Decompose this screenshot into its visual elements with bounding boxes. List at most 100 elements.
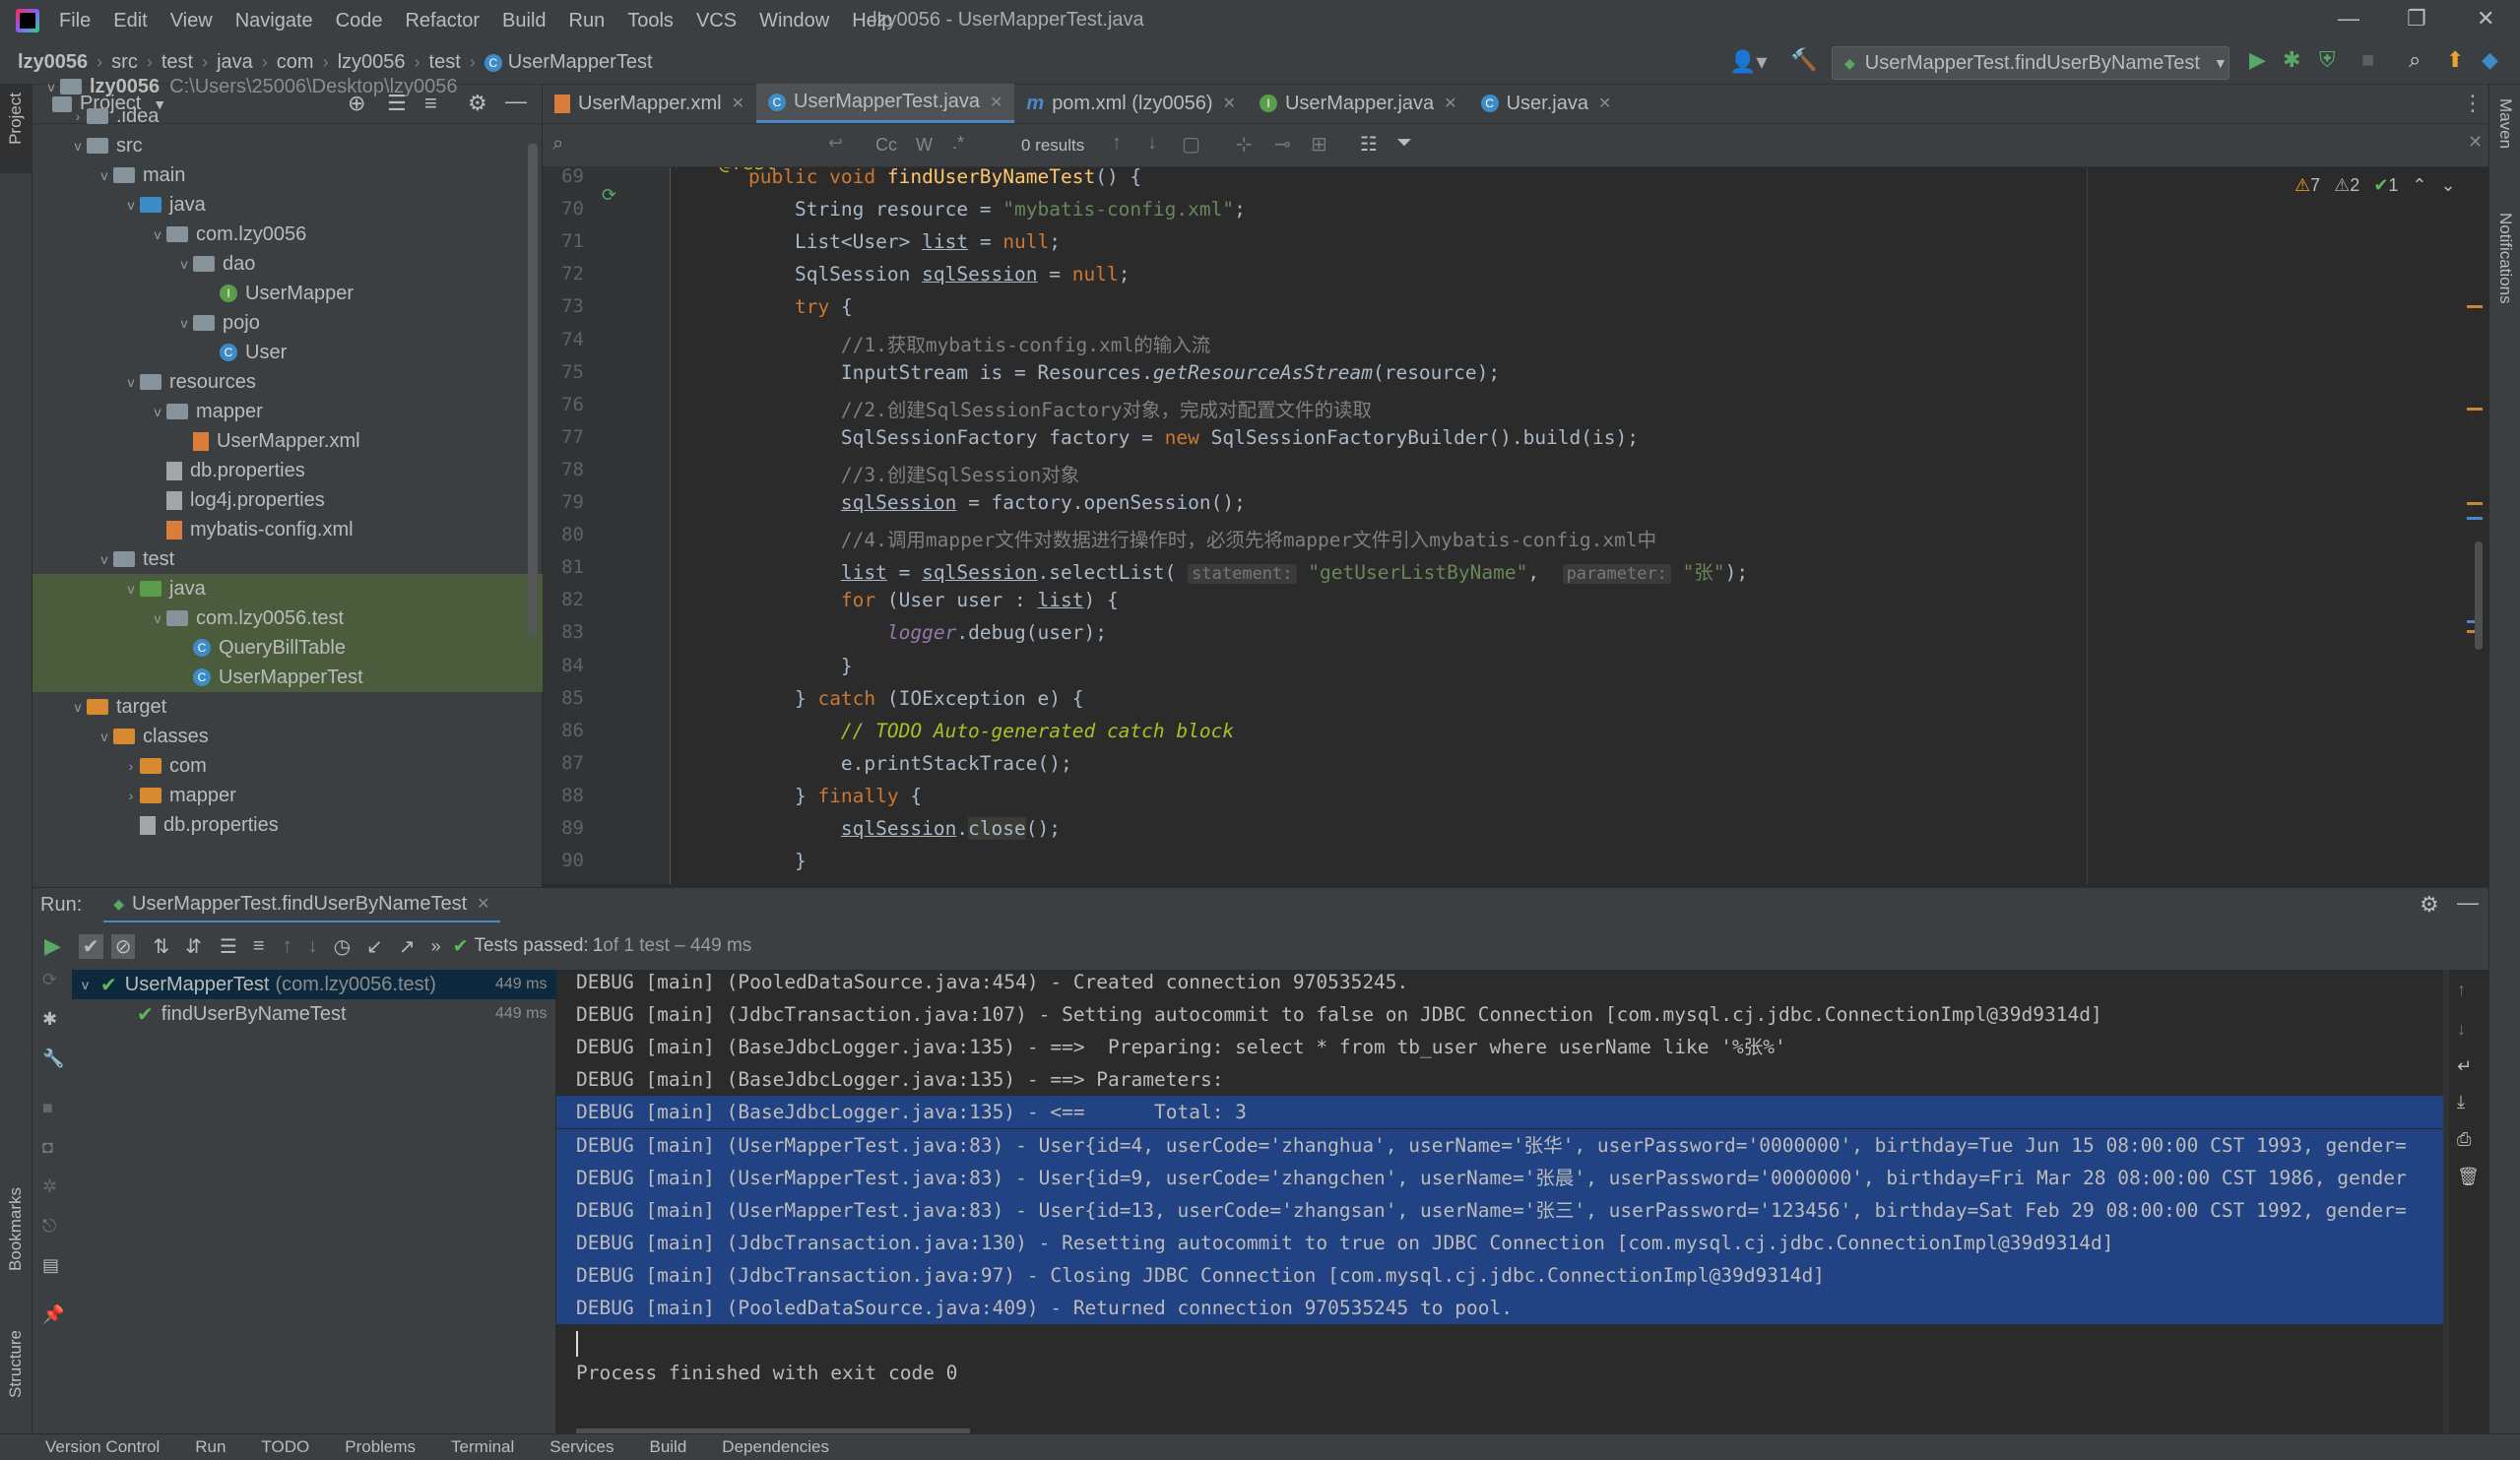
chevron-down-icon[interactable]: v bbox=[175, 315, 193, 331]
tool-window-services[interactable]: Services bbox=[549, 1437, 614, 1457]
previous-occurrence-icon[interactable]: ↑ bbox=[1112, 132, 1122, 155]
tree-node[interactable]: log4j.properties bbox=[32, 485, 543, 515]
menu-file[interactable]: File bbox=[59, 10, 91, 32]
breadcrumb-item[interactable]: src bbox=[111, 51, 138, 74]
breadcrumb-item[interactable]: lzy0056 bbox=[18, 51, 88, 74]
settings-dim-icon[interactable]: ✲ bbox=[42, 1176, 57, 1197]
tree-node[interactable]: v java bbox=[32, 190, 543, 220]
user-icon[interactable]: 👤▾ bbox=[1729, 49, 1767, 75]
update-icon[interactable]: ⬆ bbox=[2446, 47, 2464, 73]
chevron-down-icon[interactable]: v bbox=[122, 374, 140, 390]
tree-node[interactable]: v lzy0056 C:\Users\25006\Desktop\lzy0056 bbox=[32, 72, 543, 101]
exit-icon[interactable]: ⎋ bbox=[42, 1216, 56, 1237]
close-tab-icon[interactable]: ✕ bbox=[477, 894, 489, 914]
close-tab-icon[interactable]: ✕ bbox=[732, 94, 744, 113]
tree-node[interactable]: v test bbox=[32, 544, 543, 574]
error-stripe-marker[interactable] bbox=[2467, 502, 2483, 505]
close-tab-icon[interactable]: ✕ bbox=[1598, 94, 1611, 113]
select-all-matches-icon[interactable]: ⊞ bbox=[1311, 132, 1327, 157]
regex-history-icon[interactable]: ↩ bbox=[828, 133, 843, 154]
pin-icon[interactable]: 📌 bbox=[42, 1304, 64, 1325]
chevron-down-icon[interactable]: v bbox=[96, 167, 113, 183]
show-passed-toggle-icon[interactable]: ✔ bbox=[78, 933, 103, 959]
chevron-right-icon[interactable]: › bbox=[122, 758, 140, 774]
project-scrollbar[interactable] bbox=[528, 144, 538, 636]
editor-tab[interactable]: UserMapper.xml ✕ bbox=[543, 84, 756, 123]
expand-all-icon[interactable]: ☰ bbox=[220, 934, 237, 959]
chevron-down-icon[interactable]: v bbox=[149, 404, 166, 419]
filter-icon[interactable]: ⏷ bbox=[1396, 132, 1412, 155]
tree-node[interactable]: v src bbox=[32, 131, 543, 160]
next-occurrence-icon[interactable]: ↓ bbox=[1147, 132, 1157, 155]
wrench-icon[interactable]: 🔧 bbox=[42, 1048, 64, 1069]
menu-view[interactable]: View bbox=[170, 10, 213, 32]
print-icon[interactable]: ⎙ bbox=[2457, 1129, 2471, 1150]
inspection-widget[interactable]: ⚠7 ⚠2 ✔1 ⌃ ⌄ bbox=[2294, 175, 2456, 196]
test-case-row[interactable]: ✔ findUserByNameTest 449 ms bbox=[72, 999, 556, 1029]
chevron-down-icon[interactable]: v bbox=[149, 610, 166, 626]
close-tab-icon[interactable]: ✕ bbox=[1444, 94, 1456, 113]
more-tabs-icon[interactable]: ⋮ bbox=[2462, 91, 2484, 116]
tree-node[interactable]: v target bbox=[32, 692, 543, 722]
tool-window-dependencies[interactable]: Dependencies bbox=[722, 1437, 829, 1457]
project-tool-button[interactable]: Project bbox=[0, 85, 32, 173]
scroll-to-end-icon[interactable]: ⤓ bbox=[2457, 1092, 2465, 1112]
close-tab-icon[interactable]: ✕ bbox=[990, 93, 1002, 112]
chevron-down-icon[interactable]: v bbox=[122, 197, 140, 213]
chevron-down-icon[interactable]: v bbox=[175, 256, 193, 272]
tree-node[interactable]: C User bbox=[32, 338, 543, 367]
match-case-toggle[interactable]: Cc bbox=[875, 135, 897, 156]
editor-tab[interactable]: I UserMapper.java ✕ bbox=[1248, 84, 1469, 123]
chevron-up-icon[interactable]: ⌃ bbox=[2412, 175, 2426, 196]
structure-tool-label[interactable]: Structure bbox=[6, 1330, 26, 1398]
chevron-down-icon[interactable]: v bbox=[96, 729, 113, 744]
tree-node[interactable]: v com.lzy0056 bbox=[32, 220, 543, 249]
coverage-icon[interactable]: ⛨ bbox=[2319, 47, 2336, 73]
restore-icon[interactable]: ❐ bbox=[2407, 6, 2426, 32]
test-suite-row[interactable]: v ✔ UserMapperTest (com.lzy0056.test) 44… bbox=[72, 970, 556, 999]
menu-window[interactable]: Window bbox=[759, 10, 829, 32]
menu-vcs[interactable]: VCS bbox=[696, 10, 737, 32]
rerun-icon[interactable]: ▶ bbox=[44, 933, 61, 959]
chevron-right-icon[interactable]: › bbox=[69, 108, 87, 124]
menu-run[interactable]: Run bbox=[569, 10, 606, 32]
collapse-all-icon[interactable]: ≡ bbox=[253, 935, 265, 958]
chevron-down-icon[interactable]: v bbox=[96, 551, 113, 567]
filter-options-icon[interactable]: ☷ bbox=[1360, 132, 1378, 157]
menu-build[interactable]: Build bbox=[502, 10, 546, 32]
console-vscrollbar[interactable] bbox=[2443, 970, 2449, 1433]
chevron-down-icon[interactable]: v bbox=[42, 79, 60, 95]
code-editor[interactable]: @Testpublic void findUserByNameTest() { … bbox=[672, 167, 2488, 884]
trash-icon[interactable]: 🗑 bbox=[2457, 1167, 2480, 1187]
regex-toggle-icon[interactable]: .* bbox=[952, 133, 964, 154]
tool-window-problems[interactable]: Problems bbox=[345, 1437, 416, 1457]
editor-tab[interactable]: C UserMapperTest.java ✕ bbox=[756, 84, 1015, 123]
debug-icon[interactable]: ✱ bbox=[2283, 47, 2300, 73]
rerun-failed-icon[interactable]: ⟳ bbox=[42, 970, 57, 990]
more-actions-icon[interactable]: » bbox=[431, 936, 441, 957]
maven-tool-label[interactable]: Maven bbox=[2495, 98, 2515, 149]
chevron-right-icon[interactable]: › bbox=[122, 788, 140, 803]
stop-icon[interactable]: ■ bbox=[42, 1098, 53, 1118]
breadcrumb-item[interactable]: com bbox=[277, 51, 314, 74]
tree-node[interactable]: v java bbox=[32, 574, 543, 603]
previous-failed-icon[interactable]: ↑ bbox=[283, 935, 292, 958]
tree-node[interactable]: v main bbox=[32, 160, 543, 190]
menu-tools[interactable]: Tools bbox=[627, 10, 674, 32]
chevron-down-icon[interactable]: v bbox=[122, 581, 140, 597]
test-history-icon[interactable]: ◷ bbox=[334, 934, 351, 959]
breadcrumb-item[interactable]: test bbox=[162, 51, 193, 74]
close-window-icon[interactable]: ✕ bbox=[2477, 6, 2494, 32]
run-test-gutter-icon[interactable]: ⟳ bbox=[602, 185, 616, 206]
console-output[interactable]: DEBUG [main] (PooledDataSource.java:454)… bbox=[556, 970, 2488, 1433]
camera-icon[interactable]: ◘ bbox=[42, 1137, 53, 1158]
run-icon[interactable]: ▶ bbox=[2249, 47, 2266, 73]
tree-node[interactable]: v classes bbox=[32, 722, 543, 751]
chevron-down-icon[interactable]: v bbox=[149, 226, 166, 242]
editor-tab[interactable]: C User.java ✕ bbox=[1469, 84, 1624, 123]
whole-words-toggle[interactable]: W bbox=[916, 135, 933, 156]
tree-node[interactable]: I UserMapper bbox=[32, 279, 543, 308]
tree-node[interactable]: › .idea bbox=[32, 101, 543, 131]
tree-node[interactable]: C QueryBillTable bbox=[32, 633, 543, 663]
error-stripe-marker[interactable] bbox=[2467, 517, 2483, 520]
